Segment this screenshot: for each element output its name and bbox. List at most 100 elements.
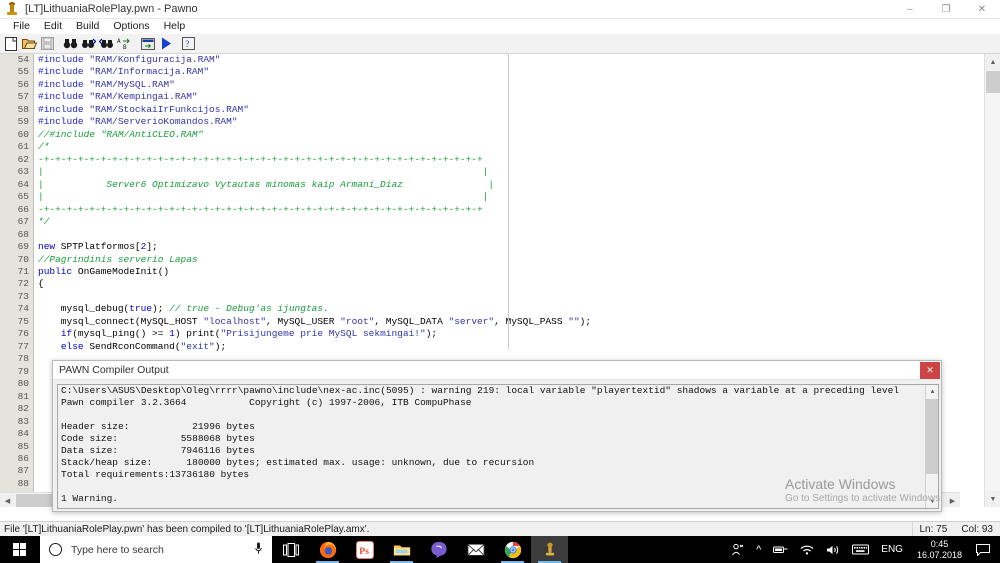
code-line[interactable]: new SPTPlatformos[2]; <box>35 241 960 253</box>
code-line[interactable]: //#include "RAM/AntiCLEO.RAM" <box>35 129 960 141</box>
scroll-right-arrow-icon[interactable]: ▶ <box>945 493 960 507</box>
search-circle-icon <box>49 543 62 556</box>
action-center-icon[interactable] <box>970 536 996 563</box>
open-file-icon[interactable] <box>21 35 38 52</box>
new-file-icon[interactable] <box>3 35 20 52</box>
language-indicator[interactable]: ENG <box>875 544 909 555</box>
close-button[interactable]: ✕ <box>964 0 1000 19</box>
taskbar-app-file-explorer[interactable] <box>383 536 420 563</box>
keyboard-icon[interactable] <box>846 536 875 563</box>
volume-icon[interactable] <box>820 536 846 563</box>
wifi-icon[interactable] <box>794 536 820 563</box>
network-icon[interactable] <box>767 536 794 563</box>
taskbar-app-firefox[interactable] <box>309 536 346 563</box>
window-controls: – ❐ ✕ <box>892 0 1000 19</box>
minimize-button[interactable]: – <box>892 0 928 19</box>
menu-build[interactable]: Build <box>69 19 106 34</box>
find-icon[interactable] <box>62 35 79 52</box>
compiler-output-line: 1 Warning. <box>61 493 119 504</box>
editor-vertical-scrollbar[interactable]: ▲ ▼ <box>984 54 1000 507</box>
line-number: 55 <box>17 66 29 78</box>
dialog-vertical-scrollbar[interactable]: ▲ ▼ <box>925 385 938 508</box>
vertical-scroll-thumb[interactable] <box>986 71 1000 93</box>
status-message: File '[LT]LithuaniaRolePlay.pwn' has bee… <box>0 521 913 537</box>
code-line[interactable]: #include "RAM/Informacija.RAM" <box>35 66 960 78</box>
dialog-scroll-down-icon[interactable]: ▼ <box>926 495 938 508</box>
code-line[interactable] <box>35 229 960 241</box>
code-line[interactable]: #include "RAM/Kempingai.RAM" <box>35 91 960 103</box>
taskbar-app-photoshop[interactable]: Ps <box>346 536 383 563</box>
clock-time: 0:45 <box>930 538 949 549</box>
menu-edit[interactable]: Edit <box>37 19 69 34</box>
toolbar: AB ? <box>0 34 1000 54</box>
code-line[interactable]: else SendRconCommand("exit"); <box>35 341 960 353</box>
code-line[interactable]: -+-+-+-+-+-+-+-+-+-+-+-+-+-+-+-+-+-+-+-+… <box>35 204 960 216</box>
line-number: 61 <box>17 141 29 153</box>
line-number: 87 <box>17 465 29 477</box>
find-next-icon[interactable] <box>80 35 97 52</box>
menu-file[interactable]: File <box>6 19 37 34</box>
code-line[interactable]: | | <box>35 166 960 178</box>
find-previous-icon[interactable] <box>98 35 115 52</box>
code-line[interactable]: if(mysql_ping() >= 1) print("Prisijungem… <box>35 328 960 340</box>
code-line[interactable]: #include "RAM/ServerioKomandos.RAM" <box>35 116 960 128</box>
code-line[interactable]: { <box>35 278 960 290</box>
line-number: 70 <box>17 253 29 265</box>
dialog-close-icon[interactable]: ✕ <box>920 362 940 379</box>
goto-line-icon[interactable] <box>139 35 156 52</box>
save-file-icon[interactable] <box>39 35 56 52</box>
people-icon[interactable] <box>725 536 750 563</box>
taskbar-app-mail[interactable] <box>457 536 494 563</box>
run-compile-icon[interactable] <box>157 35 174 52</box>
dialog-scroll-up-icon[interactable]: ▲ <box>926 385 938 398</box>
line-number: 79 <box>17 365 29 377</box>
task-view-icon[interactable] <box>272 536 309 563</box>
line-number: 58 <box>17 103 29 115</box>
show-hidden-icons-chevron[interactable]: ^ <box>750 536 767 563</box>
compiler-output-line: Pawn compiler 3.2.3664 Copyright (c) 199… <box>61 397 472 408</box>
menu-options[interactable]: Options <box>106 19 156 34</box>
help-icon[interactable]: ? <box>180 35 197 52</box>
line-number: 73 <box>17 290 29 302</box>
code-line[interactable]: | Server6 Optimizavo Vytautas minomas ka… <box>35 179 960 191</box>
compiler-output-text[interactable]: C:\Users\ASUS\Desktop\Oleg\rrrr\pawno\in… <box>57 384 939 509</box>
code-line[interactable]: -+-+-+-+-+-+-+-+-+-+-+-+-+-+-+-+-+-+-+-+… <box>35 154 960 166</box>
microphone-icon[interactable] <box>255 542 262 556</box>
clock[interactable]: 0:45 16.07.2018 <box>909 539 970 561</box>
maximize-button[interactable]: ❐ <box>928 0 964 19</box>
code-line[interactable]: public OnGameModeInit() <box>35 266 960 278</box>
code-line[interactable] <box>35 291 960 303</box>
menu-help[interactable]: Help <box>157 19 193 34</box>
scroll-up-arrow-icon[interactable]: ▲ <box>985 54 1000 70</box>
pawno-application-window: [LT]LithuaniaRolePlay.pwn - Pawno – ❐ ✕ … <box>0 0 1000 563</box>
dialog-scroll-thumb[interactable] <box>926 399 938 474</box>
compiler-output-line: Stack/heap size: 180000 bytes; estimated… <box>61 457 535 468</box>
status-line-number: Ln: 75 <box>919 523 948 535</box>
code-line[interactable]: #include "RAM/MySQL.RAM" <box>35 79 960 91</box>
replace-icon[interactable]: AB <box>116 35 133 52</box>
taskbar-app-viber[interactable] <box>420 536 457 563</box>
code-line[interactable]: mysql_connect(MySQL_HOST "localhost", My… <box>35 316 960 328</box>
code-line[interactable]: mysql_debug(true); // true - Debug'as ij… <box>35 303 960 315</box>
code-line[interactable]: #include "RAM/StockaiIrFunkcijos.RAM" <box>35 104 960 116</box>
code-line[interactable]: #include "RAM/Konfiguracija.RAM" <box>35 54 960 66</box>
code-line[interactable]: /* <box>35 141 960 153</box>
pawn-piece-icon <box>5 2 21 16</box>
line-number: 71 <box>17 265 29 277</box>
code-line[interactable]: //Pagrindinis serverio Lapas <box>35 254 960 266</box>
line-number: 80 <box>17 378 29 390</box>
line-number: 75 <box>17 315 29 327</box>
taskbar-app-chrome[interactable] <box>494 536 531 563</box>
line-number: 67 <box>17 216 29 228</box>
search-placeholder: Type here to search <box>71 543 164 556</box>
compiler-output-line <box>58 481 938 493</box>
scroll-left-arrow-icon[interactable]: ◀ <box>0 493 15 507</box>
windows-start-icon[interactable] <box>0 536 40 563</box>
taskbar-app-pawno[interactable] <box>531 536 568 563</box>
code-line[interactable]: */ <box>35 216 960 228</box>
pawn-compiler-output-dialog[interactable]: PAWN Compiler Output ✕ C:\Users\ASUS\Des… <box>52 360 942 512</box>
status-column-number: Col: 93 <box>961 523 993 535</box>
code-line[interactable]: | | <box>35 191 960 203</box>
taskbar-search-input[interactable]: Type here to search <box>40 536 272 563</box>
scroll-down-arrow-icon[interactable]: ▼ <box>985 491 1000 507</box>
